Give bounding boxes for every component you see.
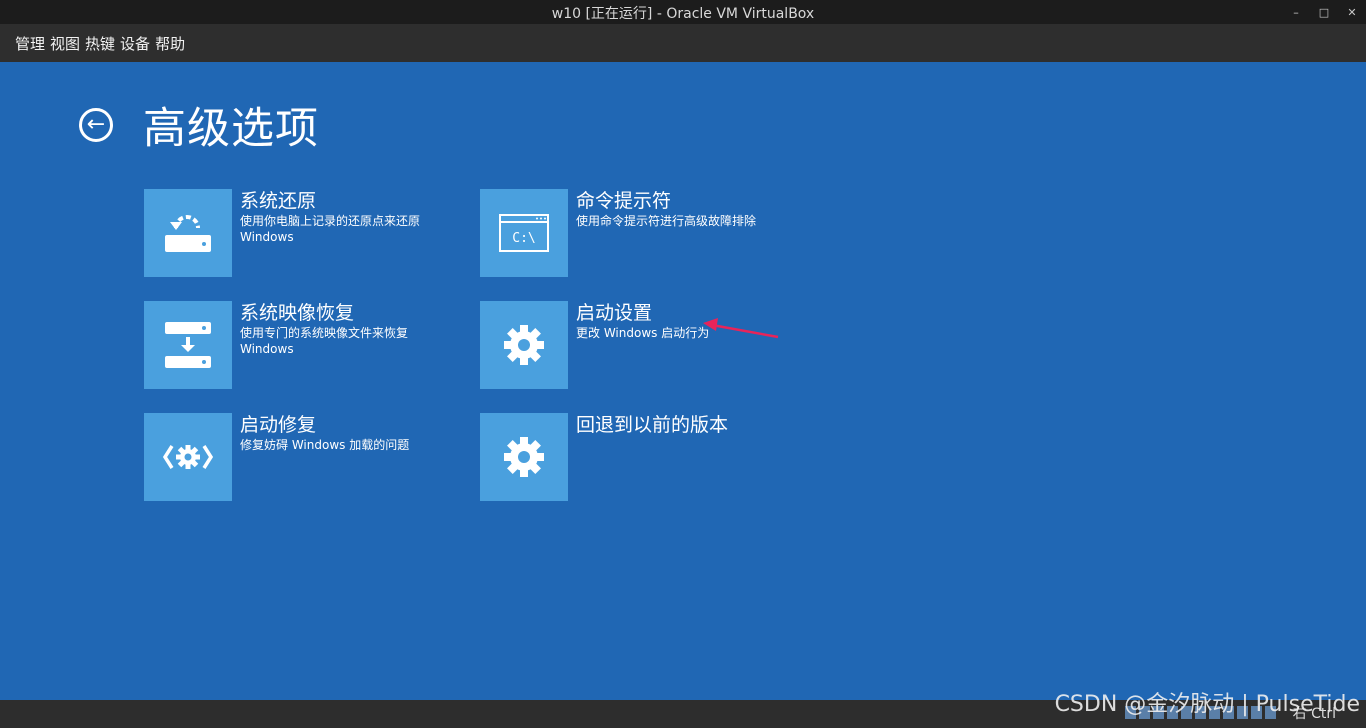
- menu-manage[interactable]: 管理: [15, 33, 45, 54]
- window-title: w10 [正在运行] - Oracle VM VirtualBox: [551, 6, 815, 22]
- menu-help[interactable]: 帮助: [155, 33, 185, 54]
- close-button[interactable]: ✕: [1338, 0, 1366, 24]
- menu-hotkeys[interactable]: 热键: [85, 33, 115, 54]
- minimize-button[interactable]: –: [1282, 0, 1310, 24]
- menu-view[interactable]: 视图: [50, 33, 80, 54]
- watermark: CSDN @金汐脉动 | PulseTide: [1054, 692, 1360, 717]
- menu-devices[interactable]: 设备: [120, 33, 150, 54]
- restore-button[interactable]: □: [1310, 0, 1338, 24]
- vm-screen: ← 高级选项 系统还原 使用你电脑上记录的还原点来还原 Windows C:\ …: [0, 62, 1366, 700]
- annotation-arrow-icon: [703, 318, 779, 339]
- window-titlebar: w10 [正在运行] - Oracle VM VirtualBox – □ ✕: [0, 0, 1366, 24]
- vm-menubar: 管理 视图 热键 设备 帮助: [0, 24, 1366, 62]
